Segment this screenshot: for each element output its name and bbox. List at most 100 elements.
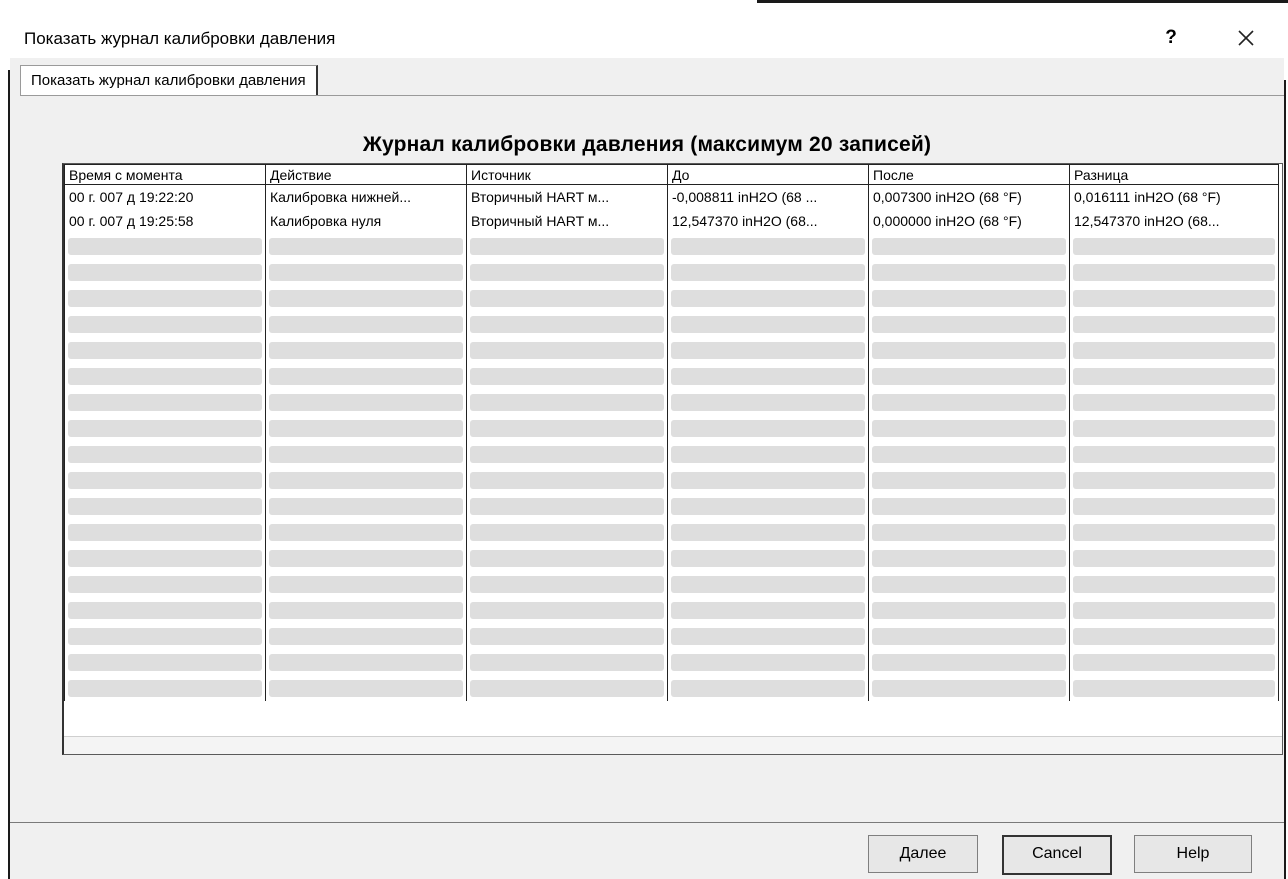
placeholder-bar bbox=[872, 445, 1066, 463]
empty-table-cell bbox=[466, 571, 668, 597]
empty-table-row bbox=[64, 311, 1279, 337]
placeholder-bar bbox=[68, 315, 262, 333]
placeholder-bar bbox=[68, 497, 262, 515]
next-button[interactable]: Далее bbox=[868, 835, 978, 873]
column-header-after[interactable]: После bbox=[868, 164, 1070, 185]
placeholder-bar bbox=[872, 523, 1066, 541]
placeholder-bar bbox=[1073, 341, 1275, 359]
close-button[interactable] bbox=[1228, 22, 1264, 54]
placeholder-bar bbox=[269, 653, 463, 671]
placeholder-bar bbox=[872, 237, 1066, 255]
column-header-difference[interactable]: Разница bbox=[1069, 164, 1279, 185]
column-header-time[interactable]: Время с момента bbox=[64, 164, 266, 185]
empty-table-cell bbox=[1069, 571, 1279, 597]
empty-table-cell bbox=[64, 259, 266, 285]
placeholder-bar bbox=[68, 393, 262, 411]
empty-table-row bbox=[64, 259, 1279, 285]
empty-table-cell bbox=[466, 311, 668, 337]
empty-table-cell bbox=[265, 623, 467, 649]
empty-table-cell bbox=[265, 233, 467, 259]
empty-table-cell bbox=[64, 285, 266, 311]
placeholder-bar bbox=[671, 679, 865, 697]
placeholder-bar bbox=[68, 679, 262, 697]
empty-table-cell bbox=[265, 597, 467, 623]
empty-table-cell bbox=[265, 311, 467, 337]
button-bar-divider bbox=[10, 822, 1284, 823]
empty-table-row bbox=[64, 571, 1279, 597]
empty-table-cell bbox=[64, 389, 266, 415]
placeholder-bar bbox=[1073, 393, 1275, 411]
empty-table-cell bbox=[64, 441, 266, 467]
empty-table-cell bbox=[265, 415, 467, 441]
placeholder-bar bbox=[269, 679, 463, 697]
empty-table-cell bbox=[667, 233, 869, 259]
empty-table-cell bbox=[265, 363, 467, 389]
table-cell: -0,008811 inH2O (68 ... bbox=[667, 184, 869, 209]
placeholder-bar bbox=[68, 627, 262, 645]
table-cell: 00 г. 007 д 19:25:58 bbox=[64, 209, 266, 233]
column-header-before[interactable]: До bbox=[667, 164, 869, 185]
placeholder-bar bbox=[68, 419, 262, 437]
tab-calibration-log[interactable]: Показать журнал калибровки давления bbox=[20, 65, 318, 96]
window-top-edge bbox=[757, 0, 1288, 3]
empty-table-cell bbox=[1069, 675, 1279, 701]
placeholder-bar bbox=[1073, 575, 1275, 593]
empty-table-cell bbox=[1069, 441, 1279, 467]
empty-table-cell bbox=[64, 519, 266, 545]
placeholder-bar bbox=[68, 237, 262, 255]
empty-table-cell bbox=[265, 467, 467, 493]
placeholder-bar bbox=[470, 471, 664, 489]
empty-table-cell bbox=[667, 649, 869, 675]
calibration-log-table: Время с момента Действие Источник До Пос… bbox=[64, 164, 1279, 701]
placeholder-bar bbox=[671, 523, 865, 541]
calibration-log-grid[interactable]: Время с момента Действие Источник До Пос… bbox=[62, 163, 1283, 755]
help-question-button[interactable]: ? bbox=[1156, 24, 1186, 52]
placeholder-bar bbox=[269, 523, 463, 541]
empty-table-cell bbox=[466, 597, 668, 623]
placeholder-bar bbox=[1073, 237, 1275, 255]
empty-table-cell bbox=[1069, 259, 1279, 285]
empty-table-cell bbox=[868, 493, 1070, 519]
empty-table-cell bbox=[667, 571, 869, 597]
placeholder-bar bbox=[671, 315, 865, 333]
empty-table-cell bbox=[1069, 597, 1279, 623]
empty-table-row bbox=[64, 649, 1279, 675]
table-row[interactable]: 00 г. 007 д 19:22:20 Калибровка нижней..… bbox=[64, 184, 1279, 209]
placeholder-bar bbox=[269, 497, 463, 515]
empty-table-cell bbox=[868, 337, 1070, 363]
placeholder-bar bbox=[68, 341, 262, 359]
log-heading: Журнал калибровки давления (максимум 20 … bbox=[362, 133, 932, 156]
placeholder-bar bbox=[671, 263, 865, 281]
empty-table-cell bbox=[1069, 519, 1279, 545]
empty-table-cell bbox=[667, 623, 869, 649]
empty-table-row bbox=[64, 233, 1279, 259]
empty-table-cell bbox=[64, 415, 266, 441]
empty-table-cell bbox=[868, 571, 1070, 597]
empty-table-cell bbox=[868, 623, 1070, 649]
empty-table-cell bbox=[64, 311, 266, 337]
empty-table-row bbox=[64, 675, 1279, 701]
empty-table-row bbox=[64, 441, 1279, 467]
cancel-button[interactable]: Cancel bbox=[1002, 835, 1112, 875]
empty-table-cell bbox=[466, 441, 668, 467]
empty-table-cell bbox=[265, 285, 467, 311]
table-cell: Вторичный HART м... bbox=[466, 209, 668, 233]
table-row[interactable]: 00 г. 007 д 19:25:58 Калибровка нуля Вто… bbox=[64, 209, 1279, 233]
placeholder-bar bbox=[470, 601, 664, 619]
column-header-source[interactable]: Источник bbox=[466, 164, 668, 185]
empty-table-cell bbox=[64, 571, 266, 597]
placeholder-bar bbox=[269, 315, 463, 333]
placeholder-bar bbox=[872, 419, 1066, 437]
placeholder-bar bbox=[872, 289, 1066, 307]
empty-table-cell bbox=[265, 675, 467, 701]
empty-table-cell bbox=[265, 571, 467, 597]
help-button[interactable]: Help bbox=[1134, 835, 1252, 873]
placeholder-bar bbox=[671, 549, 865, 567]
placeholder-bar bbox=[671, 627, 865, 645]
empty-table-cell bbox=[1069, 467, 1279, 493]
column-header-action[interactable]: Действие bbox=[265, 164, 467, 185]
placeholder-bar bbox=[671, 601, 865, 619]
empty-table-cell bbox=[265, 519, 467, 545]
placeholder-bar bbox=[1073, 601, 1275, 619]
empty-table-cell bbox=[667, 519, 869, 545]
